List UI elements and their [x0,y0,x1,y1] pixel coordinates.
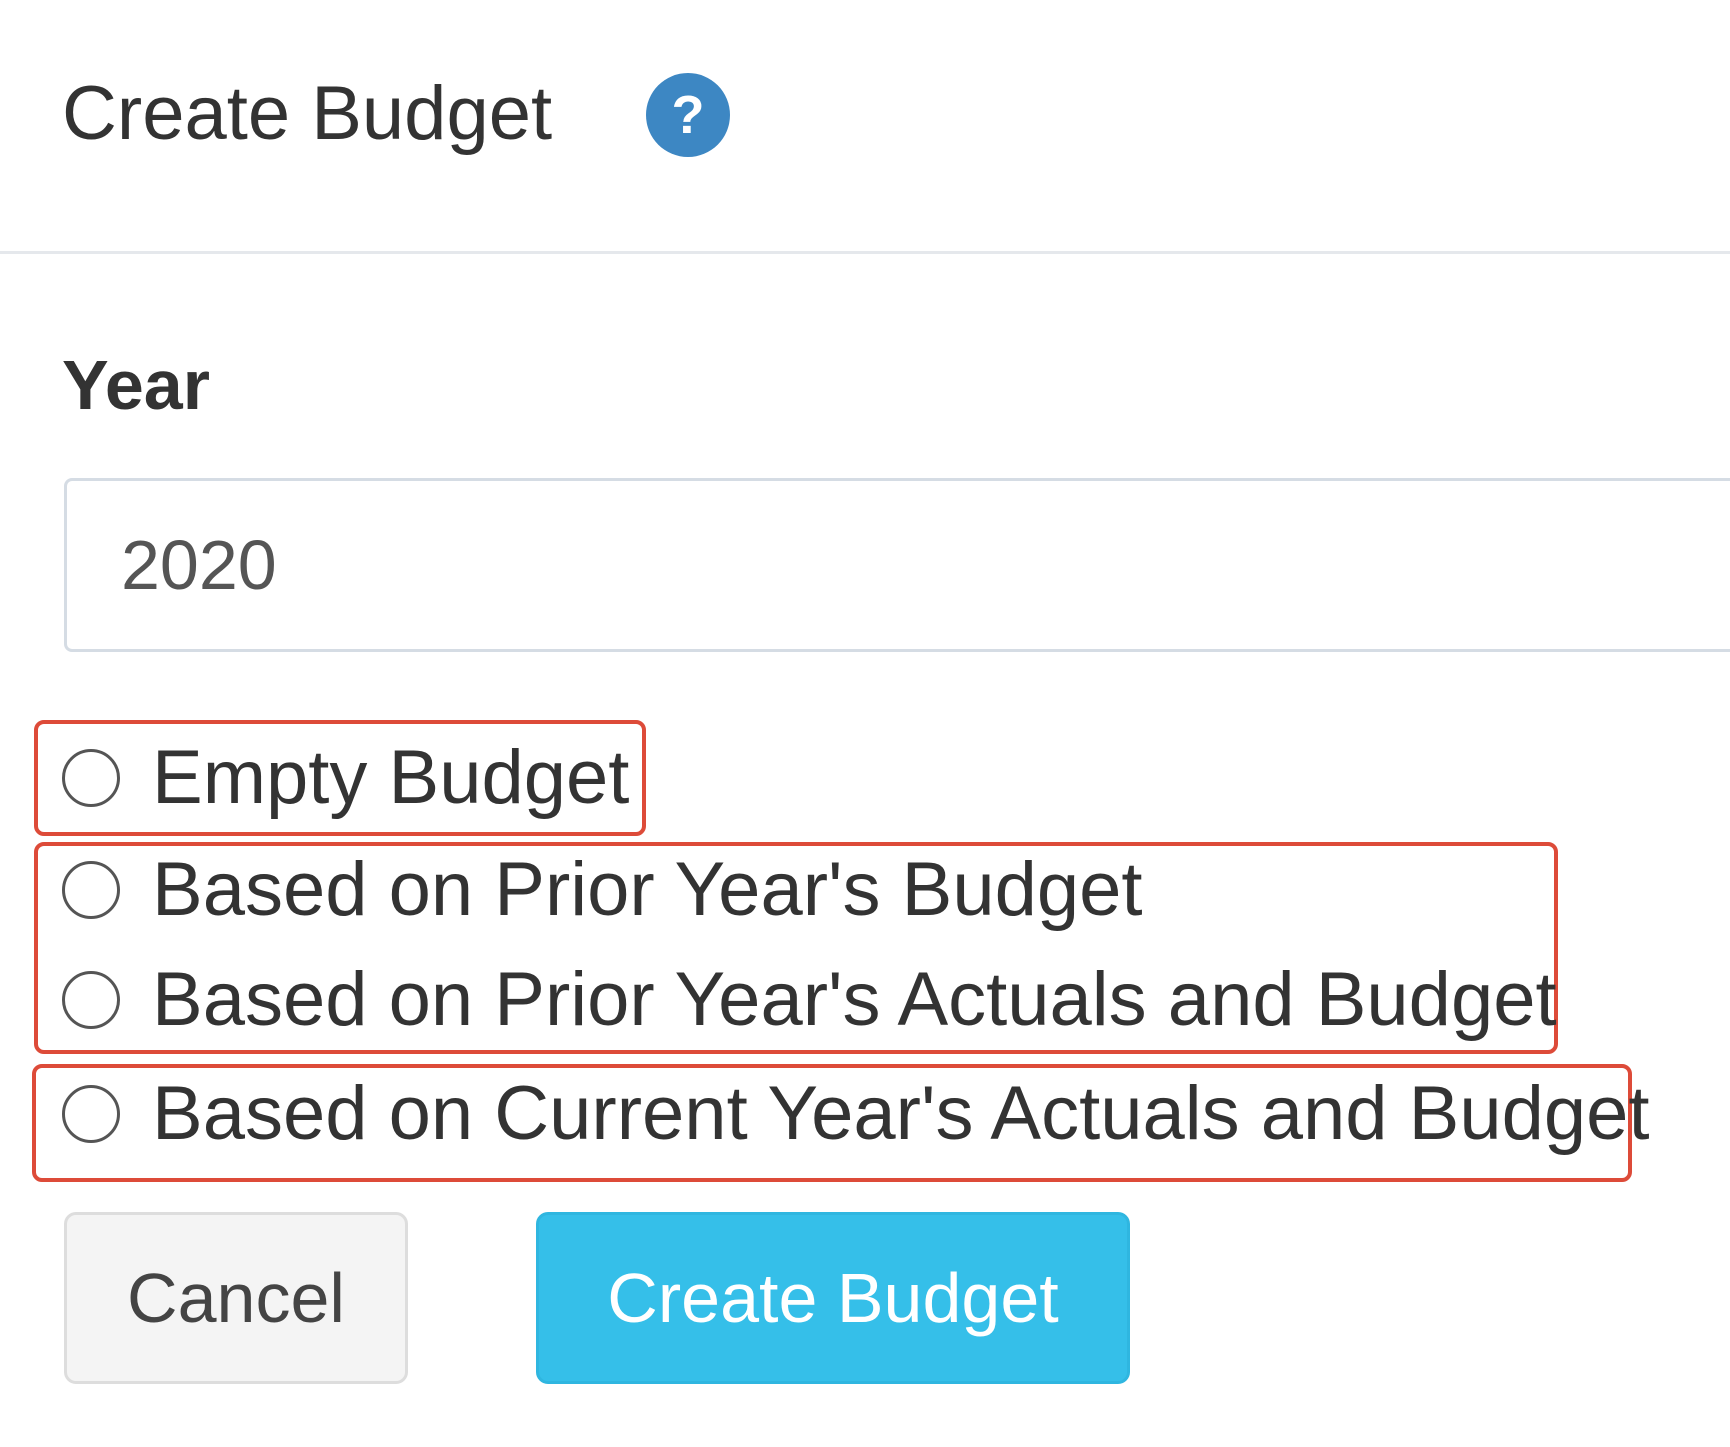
radio-button[interactable] [62,1085,120,1143]
radio-option-prior-year-budget[interactable]: Based on Prior Year's Budget [62,840,1143,940]
radio-button[interactable] [62,971,120,1029]
question-mark-circle-icon[interactable]: ? [646,73,730,157]
radio-option-prior-year-actuals-budget[interactable]: Based on Prior Year's Actuals and Budget [62,950,1557,1050]
radio-option-label: Based on Prior Year's Actuals and Budget [152,957,1557,1042]
modal-header: Create Budget ? [0,0,1730,254]
radio-button[interactable] [62,861,120,919]
year-label: Year [62,346,210,424]
radio-option-label: Empty Budget [152,735,630,820]
page-title: Create Budget [62,71,553,156]
radio-option-current-year-actuals-budget[interactable]: Based on Current Year's Actuals and Budg… [62,1064,1650,1164]
year-input[interactable] [64,478,1730,652]
create-budget-button[interactable]: Create Budget [536,1212,1130,1384]
radio-option-label: Based on Current Year's Actuals and Budg… [152,1071,1650,1156]
radio-option-label: Based on Prior Year's Budget [152,847,1143,932]
cancel-button[interactable]: Cancel [64,1212,408,1384]
radio-option-empty-budget[interactable]: Empty Budget [62,728,629,828]
radio-button[interactable] [62,749,120,807]
